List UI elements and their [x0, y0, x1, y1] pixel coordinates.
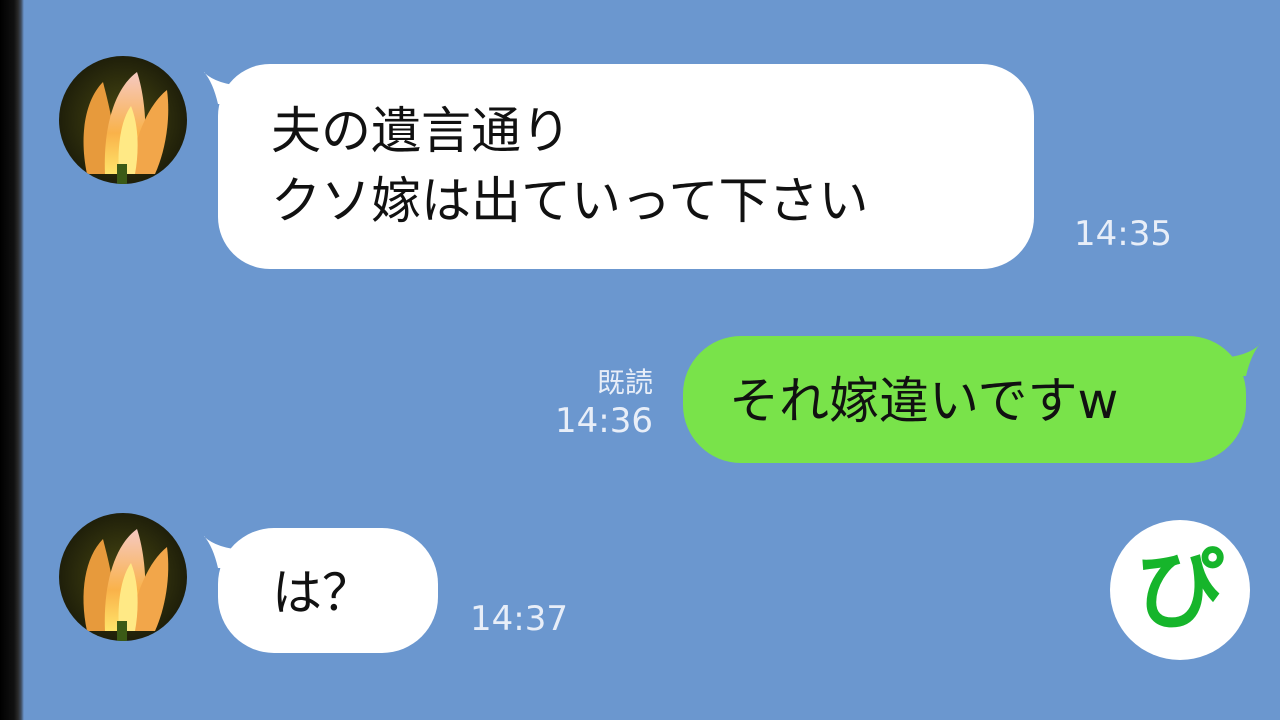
read-status-label: 既読	[596, 366, 653, 399]
bubble-tail	[204, 536, 244, 568]
incoming-message-bubble[interactable]: 夫の遺言通り クソ嫁は出ていって下さい	[204, 64, 1034, 269]
message-timestamp: 14:36	[555, 401, 653, 441]
outgoing-message-bubble[interactable]: それ嫁違いですw	[683, 336, 1260, 463]
bubble-tail	[1220, 344, 1260, 376]
message-timestamp: 14:37	[470, 599, 568, 639]
pi-logo-glyph: ぴ	[1135, 538, 1224, 641]
message-text-line: は？	[272, 564, 372, 622]
tulip-icon	[59, 513, 187, 641]
bubble-tail	[204, 72, 244, 104]
read-receipt: 既読 14:36	[520, 366, 653, 442]
incoming-message-bubble[interactable]: は？	[204, 528, 438, 653]
message-text-line: 夫の遺言通り	[271, 102, 571, 160]
device-edge	[0, 0, 24, 720]
message-text-line: それ嫁違いですw	[729, 372, 1119, 430]
sender-avatar[interactable]	[59, 513, 187, 641]
message-text-line: クソ嫁は出ていって下さい	[271, 172, 869, 230]
tulip-icon	[59, 56, 187, 184]
message-timestamp: 14:35	[1074, 214, 1172, 254]
sender-avatar[interactable]	[59, 56, 187, 184]
pi-channel-logo: ぴ	[1110, 520, 1250, 660]
